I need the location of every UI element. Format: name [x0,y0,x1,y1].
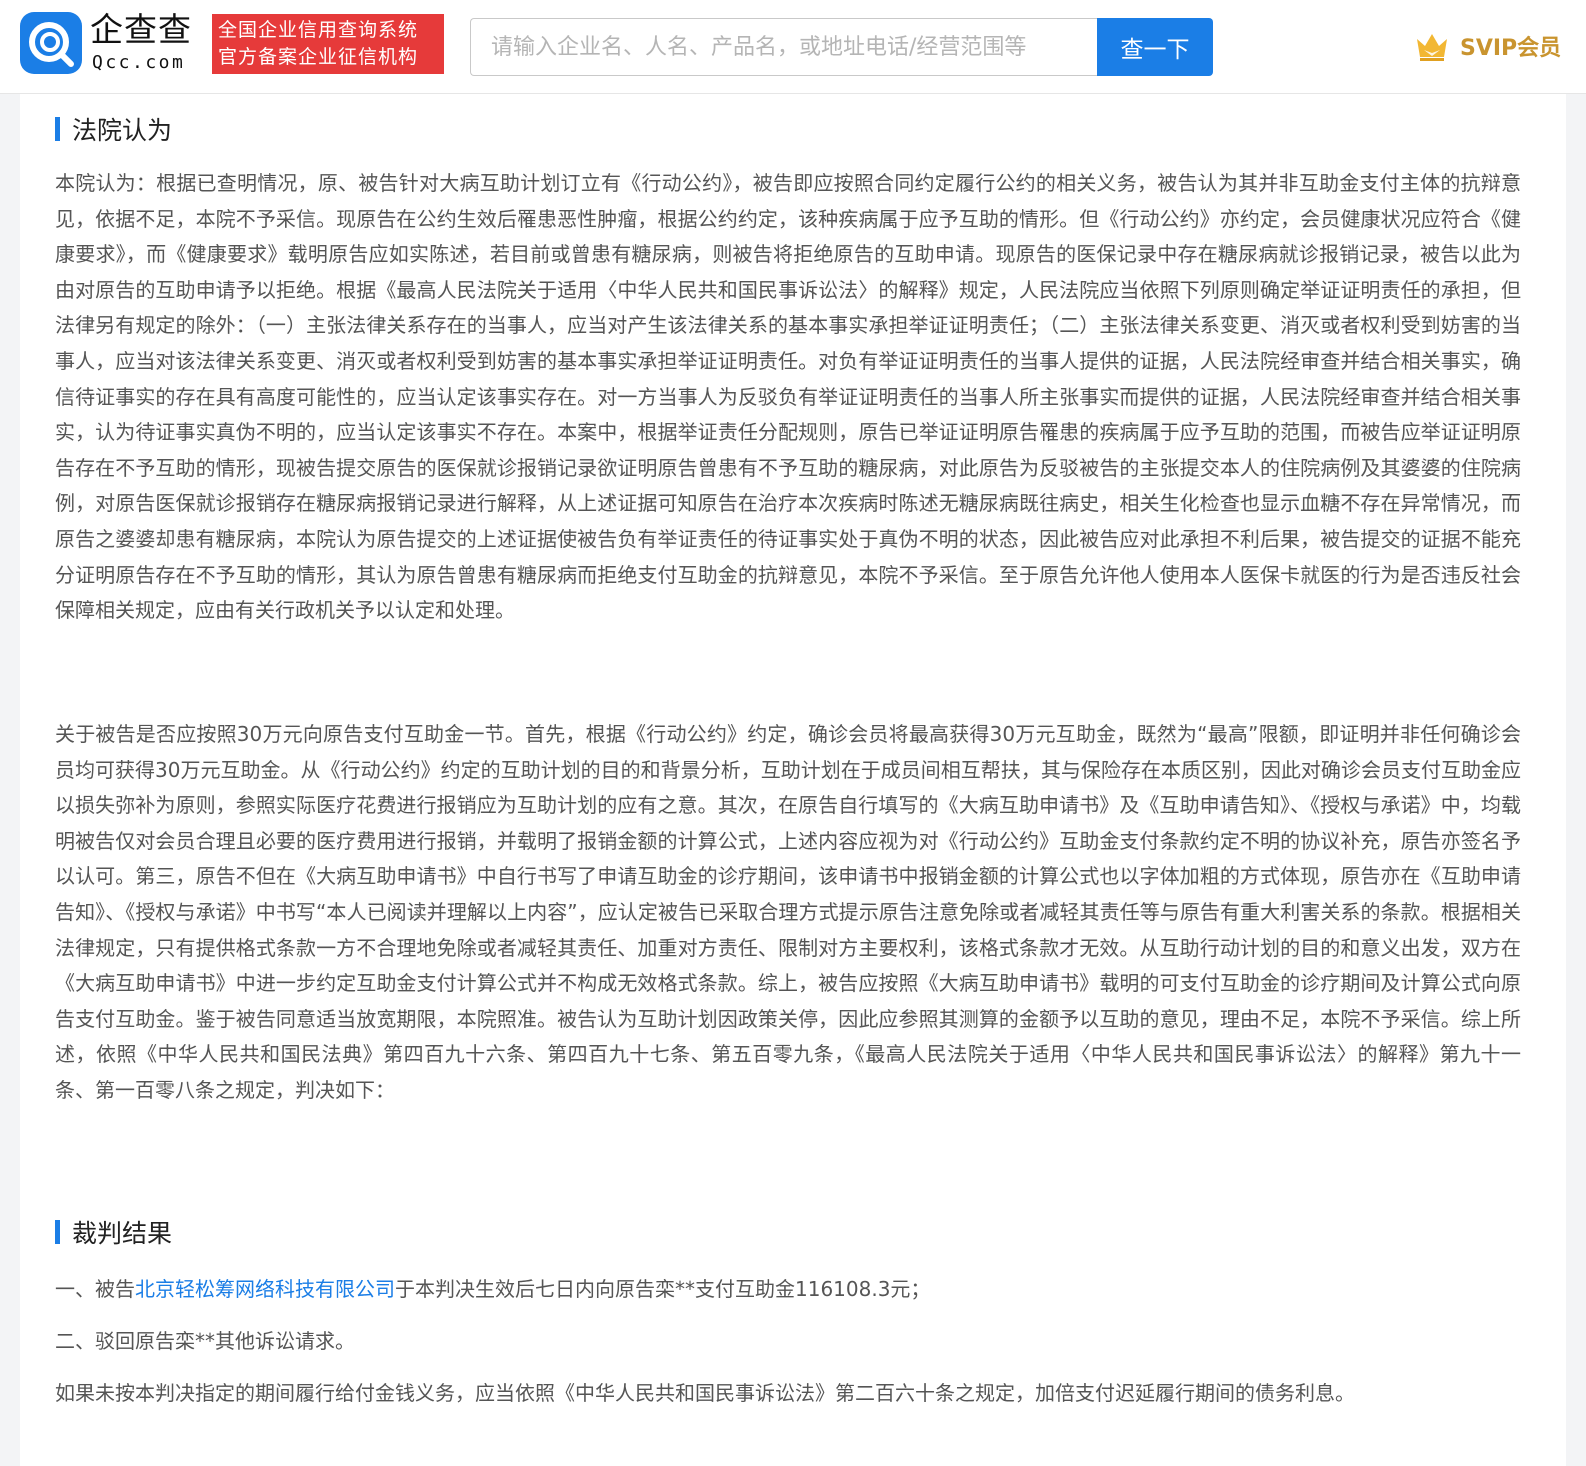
judgment-content-panel: 法院认为 本院认为：根据已查明情况，原、被告针对大病互助计划订立有《行动公约》，… [20,94,1566,1466]
judgment-item-1-prefix: 一、被告 [55,1277,135,1301]
defendant-company-link[interactable]: 北京轻松筹网络科技有限公司 [135,1277,395,1301]
crown-icon [1417,34,1447,61]
badge-line-2: 官方备案企业征信机构 [218,46,419,68]
judgment-item-3: 如果未按本判决指定的期间履行给付金钱义务，应当依照《中华人民共和国民事诉讼法》第… [55,1381,1355,1405]
section-marker [55,1220,60,1244]
search-button[interactable]: 查一下 [1097,18,1213,76]
judgment-item-2: 二、驳回原告栾**其他诉讼请求。 [55,1329,355,1353]
qcc-logo-icon[interactable] [20,12,82,74]
judgment-item-1-suffix: 于本判决生效后七日内向原告栾**支付互助金116108.3元； [395,1277,931,1301]
logo-wordmark[interactable]: 企查查 [90,10,202,50]
credit-agency-badge: 全国企业信用查询系统 官方备案企业征信机构 [212,14,444,74]
judgment-item-1: 一、被告北京轻松筹网络科技有限公司于本判决生效后七日内向原告栾**支付互助金11… [55,1272,1521,1308]
svip-membership-link[interactable]: SVIP会员 [1414,26,1574,66]
top-navigation-bar: 企查查 Qcc.com 全国企业信用查询系统 官方备案企业征信机构 查一下 SV… [0,0,1586,94]
section-court-opinion-title: 法院认为 [72,116,173,145]
section-judgment-result-title: 裁判结果 [72,1219,173,1248]
court-opinion-paragraph-1: 本院认为：根据已查明情况，原、被告针对大病互助计划订立有《行动公约》，被告即应按… [55,171,1521,623]
section-court-opinion-heading: 法院认为 [55,112,172,146]
section-judgment-result-heading: 裁判结果 [55,1215,172,1249]
logo-domain: Qcc.com [92,52,186,73]
badge-line-1: 全国企业信用查询系统 [218,19,419,41]
svip-label: SVIP会员 [1460,36,1562,61]
court-opinion-paragraph-2: 关于被告是否应按照30万元向原告支付互助金一节。首先，根据《行动公约》约定，确诊… [55,722,1521,1102]
search-input[interactable] [470,18,1100,76]
section-marker [55,117,60,141]
